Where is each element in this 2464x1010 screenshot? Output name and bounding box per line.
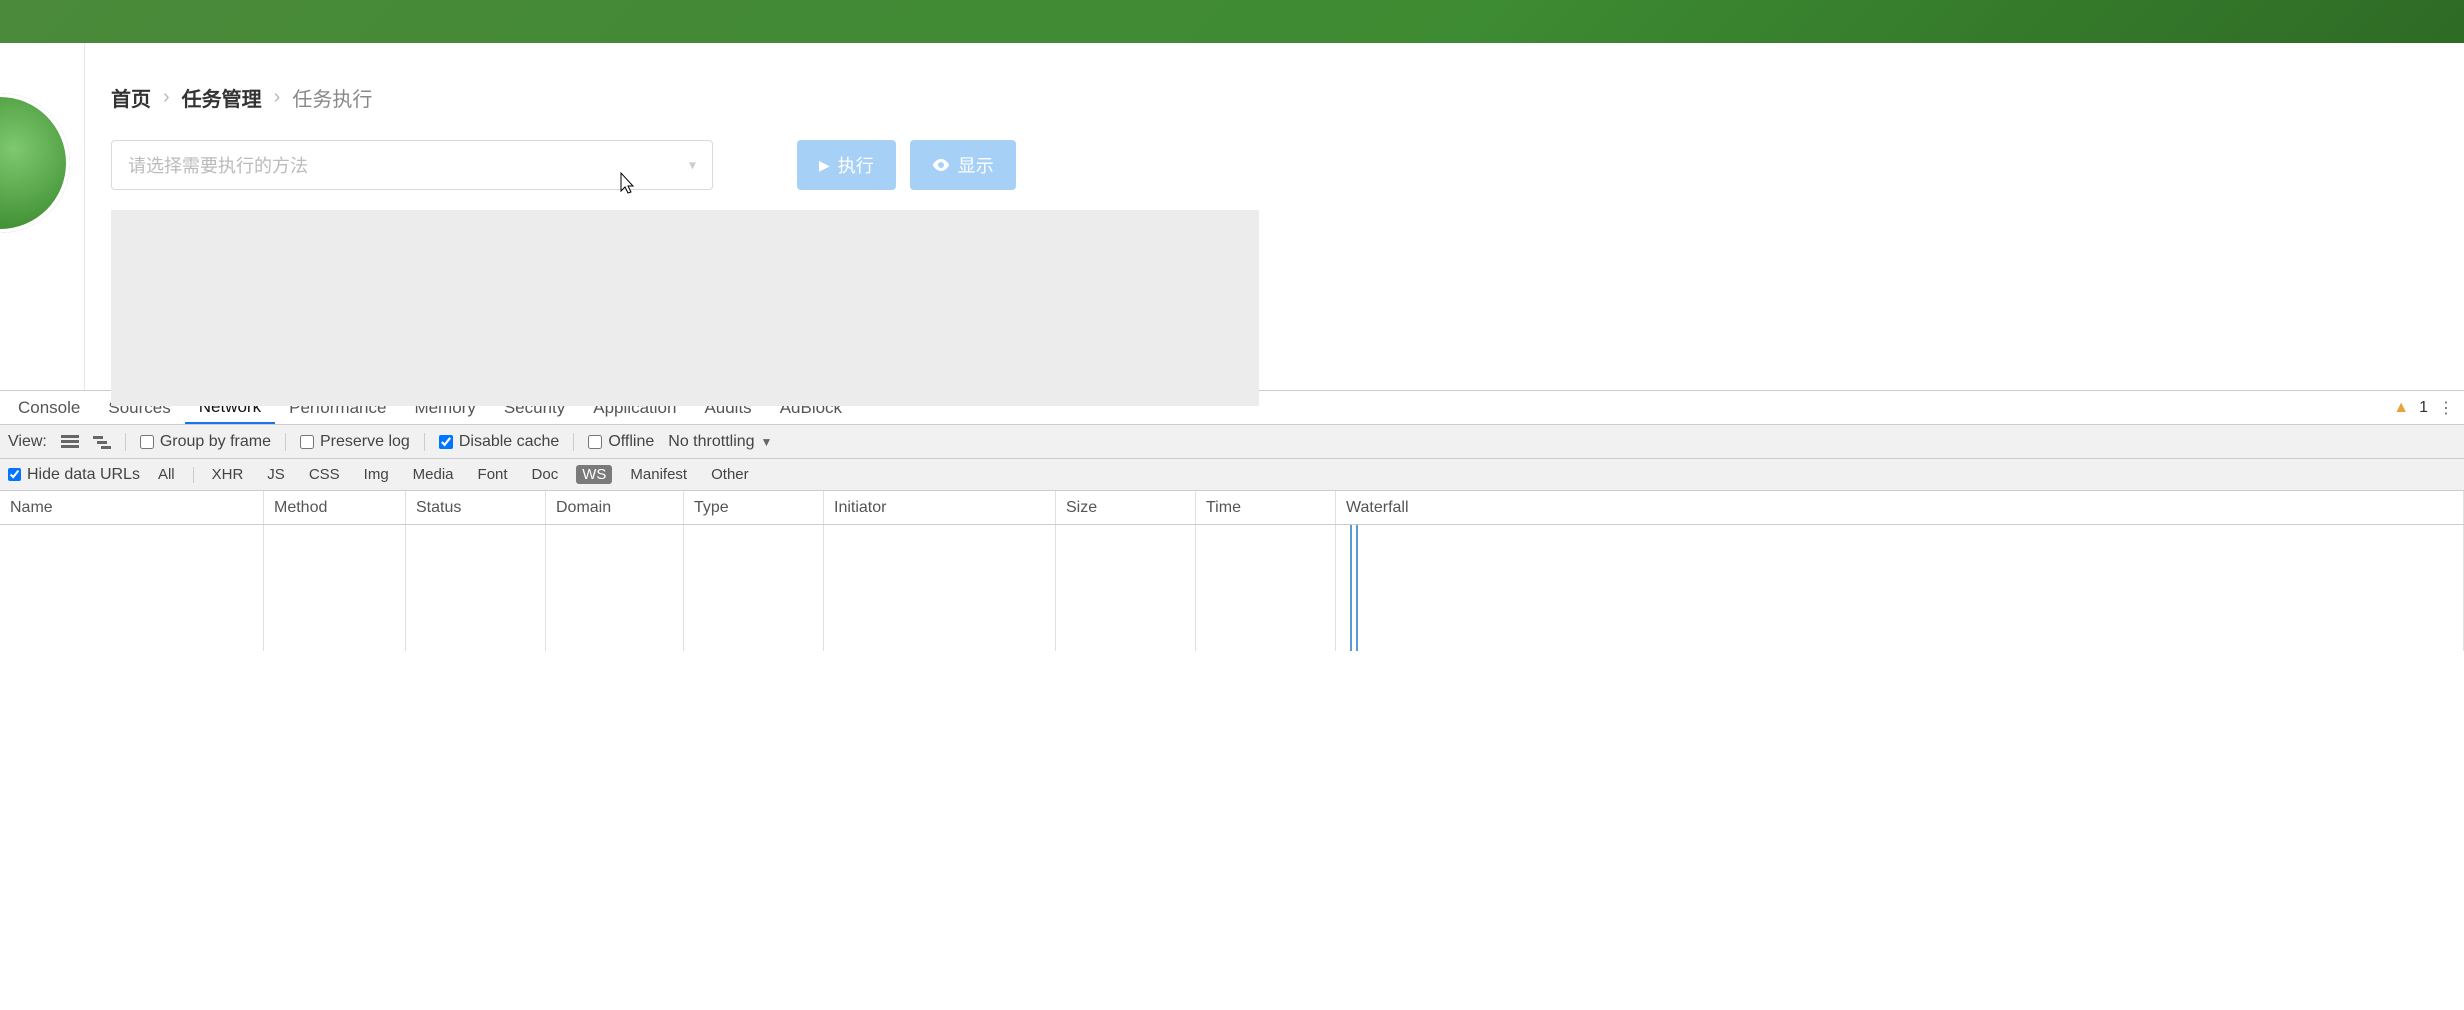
col-time[interactable]: Time [1196, 491, 1336, 524]
chevron-right-icon: › [163, 86, 170, 109]
separator [424, 433, 425, 451]
play-icon: ▶ [819, 157, 830, 174]
table-col [684, 525, 824, 651]
col-initiator-label: Initiator [834, 499, 886, 517]
table-col [0, 525, 264, 651]
breadcrumb-home[interactable]: 首页 [111, 83, 151, 112]
sidebar [0, 43, 85, 390]
table-col [546, 525, 684, 651]
execute-button-label: 执行 [838, 152, 874, 178]
method-select[interactable]: 请选择需要执行的方法 ▾ [111, 140, 713, 190]
table-col [1196, 525, 1336, 651]
col-status-label: Status [416, 499, 461, 517]
filter-css[interactable]: CSS [303, 465, 346, 484]
offline-label: Offline [608, 433, 654, 451]
throttling-select[interactable]: No throttling ▼ [668, 433, 772, 451]
warning-icon[interactable]: ▲ [2393, 399, 2409, 417]
warning-count: 1 [2419, 399, 2428, 417]
app-body: 首页 › 任务管理 › 任务执行 请选择需要执行的方法 ▾ ▶ 执行 显示 [0, 43, 2464, 390]
breadcrumb-section[interactable]: 任务管理 [182, 83, 262, 112]
view-label: View: [8, 433, 47, 451]
filter-media[interactable]: Media [407, 465, 460, 484]
filter-xhr[interactable]: XHR [206, 465, 250, 484]
chevron-right-icon: › [274, 86, 281, 109]
network-filter-bar: Hide data URLs All XHR JS CSS Img Media … [0, 459, 2464, 491]
table-col [406, 525, 546, 651]
separator [125, 433, 126, 451]
filter-ws[interactable]: WS [576, 465, 612, 484]
offline-input[interactable] [588, 435, 602, 449]
col-waterfall[interactable]: Waterfall [1336, 491, 2464, 524]
filter-font[interactable]: Font [472, 465, 514, 484]
filter-other[interactable]: Other [705, 465, 755, 484]
disable-cache-label: Disable cache [459, 433, 560, 451]
waterfall-marker [1350, 525, 1352, 651]
filter-doc[interactable]: Doc [526, 465, 565, 484]
app-topbar [0, 0, 2464, 43]
action-row: 请选择需要执行的方法 ▾ ▶ 执行 显示 [111, 140, 2438, 190]
hide-data-urls-checkbox[interactable]: Hide data URLs [8, 466, 140, 484]
filter-img[interactable]: Img [358, 465, 395, 484]
col-type[interactable]: Type [684, 491, 824, 524]
select-placeholder: 请选择需要执行的方法 [128, 152, 308, 178]
col-name[interactable]: Name [0, 491, 264, 524]
chevron-down-icon: ▼ [761, 435, 773, 449]
preserve-log-label: Preserve log [320, 433, 410, 451]
col-waterfall-label: Waterfall [1346, 499, 1409, 517]
separator [285, 433, 286, 451]
table-header: Name Method Status Domain Type Initiator… [0, 491, 2464, 525]
table-col [1056, 525, 1196, 651]
col-method[interactable]: Method [264, 491, 406, 524]
hide-data-urls-label: Hide data URLs [27, 466, 140, 484]
network-toolbar: View: Group by frame Preserve log Disabl… [0, 425, 2464, 459]
chevron-down-icon: ▾ [689, 157, 696, 174]
large-rows-icon[interactable] [61, 435, 79, 449]
filter-all[interactable]: All [152, 465, 181, 484]
main-content: 首页 › 任务管理 › 任务执行 请选择需要执行的方法 ▾ ▶ 执行 显示 [85, 43, 2464, 390]
col-domain[interactable]: Domain [546, 491, 684, 524]
table-body [0, 525, 2464, 651]
breadcrumb: 首页 › 任务管理 › 任务执行 [111, 83, 2438, 112]
group-by-frame-input[interactable] [140, 435, 154, 449]
col-time-label: Time [1206, 499, 1241, 517]
execute-button[interactable]: ▶ 执行 [797, 140, 896, 190]
result-panel [111, 210, 1259, 406]
hide-data-urls-input[interactable] [8, 468, 21, 481]
show-button-label: 显示 [958, 152, 994, 178]
separator [573, 433, 574, 451]
col-status[interactable]: Status [406, 491, 546, 524]
table-col-waterfall [1336, 525, 2464, 651]
eye-icon [932, 158, 950, 172]
col-method-label: Method [274, 499, 327, 517]
kebab-menu-icon[interactable]: ⋮ [2438, 398, 2454, 418]
network-table: Name Method Status Domain Type Initiator… [0, 491, 2464, 651]
filter-manifest[interactable]: Manifest [624, 465, 693, 484]
preserve-log-input[interactable] [300, 435, 314, 449]
group-by-frame-checkbox[interactable]: Group by frame [140, 433, 271, 451]
disable-cache-checkbox[interactable]: Disable cache [439, 433, 560, 451]
breadcrumb-current: 任务执行 [292, 83, 372, 112]
waterfall-view-icon[interactable] [93, 435, 111, 449]
disable-cache-input[interactable] [439, 435, 453, 449]
col-initiator[interactable]: Initiator [824, 491, 1056, 524]
group-by-frame-label: Group by frame [160, 433, 271, 451]
devtools: Console Sources Network Performance Memo… [0, 390, 2464, 651]
throttling-label: No throttling [668, 433, 754, 451]
avatar [0, 93, 70, 233]
filter-js[interactable]: JS [261, 465, 291, 484]
col-domain-label: Domain [556, 499, 611, 517]
col-size[interactable]: Size [1056, 491, 1196, 524]
preserve-log-checkbox[interactable]: Preserve log [300, 433, 410, 451]
offline-checkbox[interactable]: Offline [588, 433, 654, 451]
col-name-label: Name [10, 499, 53, 517]
col-size-label: Size [1066, 499, 1097, 517]
separator [193, 467, 194, 483]
waterfall-marker [1356, 525, 1358, 651]
col-type-label: Type [694, 499, 729, 517]
table-col [264, 525, 406, 651]
table-col [824, 525, 1056, 651]
show-button[interactable]: 显示 [910, 140, 1016, 190]
tab-console[interactable]: Console [4, 391, 94, 424]
